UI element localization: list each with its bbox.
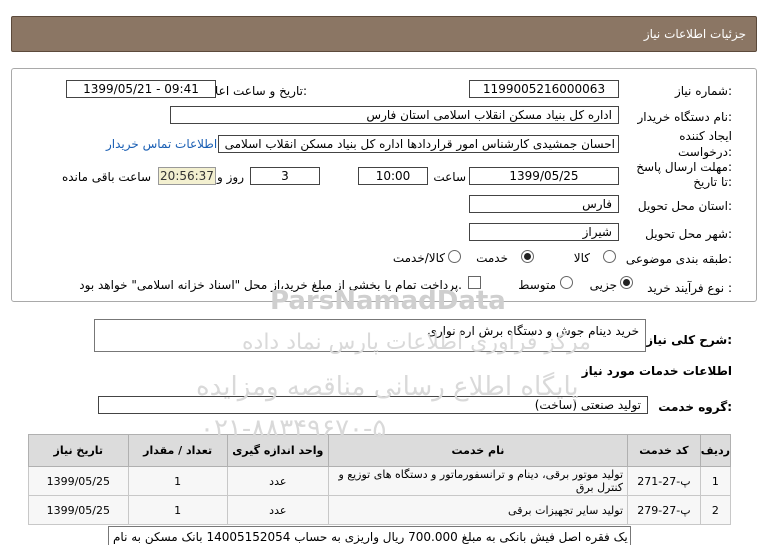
cell-date: 1399/05/25 [28, 466, 129, 496]
category-radio-goods-service[interactable] [448, 250, 461, 263]
cell-row: 2 [699, 495, 732, 525]
cell-unit: عدد [226, 466, 329, 496]
cell-row: 1 [699, 466, 732, 496]
page-header: جزئیات اطلاعات نیاز [11, 16, 757, 52]
buyer-org-field: اداره کل بنیاد مسکن انقلاب اسلامی استان … [170, 106, 619, 124]
col-name-header: نام خدمت [327, 434, 629, 467]
deadline-label: مهلت ارسال پاسخ: [636, 160, 732, 174]
table-row: 1 پ-27-271 تولید موتور برقی، دینام و ترا… [28, 466, 732, 496]
province-label: استان محل تحویل: [637, 199, 732, 213]
category-option-goods-service: کالا/خدمت [392, 251, 445, 265]
creator-field: احسان جمشیدی کارشناس امور قراردادها ادار… [218, 135, 619, 153]
process-option-minor: جزیی [589, 278, 617, 292]
deadline-label-2: تا تاریخ: [693, 175, 732, 189]
days-label: روز و [217, 170, 244, 184]
creator-label-2: درخواست: [678, 145, 732, 159]
process-radio-medium[interactable] [560, 276, 573, 289]
category-option-service: خدمت [476, 251, 508, 265]
service-group-field: تولید صنعتی (ساخت) [98, 396, 648, 414]
category-label: طبقه بندی موضوعی: [625, 252, 732, 266]
category-option-goods: کالا [573, 251, 590, 265]
city-label: شهر محل تحویل: [645, 227, 732, 241]
page-title: جزئیات اطلاعات نیاز [643, 27, 746, 41]
cell-unit: عدد [226, 495, 329, 525]
need-number-field: 1199005216000063 [469, 80, 619, 98]
category-radio-service[interactable] [521, 250, 534, 263]
cell-name: تولید سایر تجهیزات برقی [327, 495, 629, 525]
treasury-bonds-checkbox[interactable] [468, 276, 481, 289]
description-field: خرید دینام جوش و دستگاه برش اره نواری [94, 319, 646, 352]
description-label: شرح کلی نیاز: [646, 333, 732, 347]
buyer-contact-link[interactable]: اطلاعات تماس خریدار [106, 137, 217, 151]
buyer-org-label: نام دستگاه خریدار: [637, 110, 733, 124]
services-table: ردیف کد خدمت نام خدمت واحد اندازه گیری ت… [28, 434, 732, 525]
buyer-notes-field: یک فقره اصل فیش بانکی به مبلغ 700.000 ری… [108, 526, 631, 545]
process-type-label: نوع فرآیند خرید : [647, 281, 732, 295]
table-header-row: ردیف کد خدمت نام خدمت واحد اندازه گیری ت… [28, 434, 732, 467]
category-radio-goods[interactable] [603, 250, 616, 263]
deadline-time-label: ساعت [433, 170, 466, 184]
need-info-panel [11, 68, 757, 302]
col-row-header: ردیف [699, 434, 732, 467]
deadline-date-field: 1399/05/25 [469, 167, 619, 185]
cell-name: تولید موتور برقی، دینام و ترانسفورماتور … [327, 466, 629, 496]
deadline-time-field: 10:00 [358, 167, 428, 185]
services-section-title: اطلاعات خدمات مورد نیاز [581, 364, 732, 378]
cell-qty: 1 [127, 495, 228, 525]
province-field: فارس [469, 195, 619, 213]
col-qty-header: تعداد / مقدار [127, 434, 228, 467]
table-row: 2 پ-27-279 تولید سایر تجهیزات برقی عدد 1… [28, 495, 732, 525]
process-option-medium: متوسط [518, 278, 556, 292]
service-group-label: گروه خدمت: [658, 400, 732, 414]
creator-label: ایجاد کننده [679, 129, 732, 143]
cell-qty: 1 [127, 466, 228, 496]
announce-datetime-field: 1399/05/21 - 09:41 [66, 80, 216, 98]
city-field: شیراز [469, 223, 619, 241]
treasury-bonds-note: پرداخت تمام یا بخشی از مبلغ خرید،از محل … [79, 278, 462, 292]
col-unit-header: واحد اندازه گیری [226, 434, 329, 467]
cell-code: پ-27-279 [627, 495, 701, 525]
remaining-time-label: ساعت باقی مانده [61, 170, 151, 184]
cell-code: پ-27-271 [627, 466, 701, 496]
remaining-time-field: 20:56:37 [158, 167, 216, 185]
cell-date: 1399/05/25 [28, 495, 129, 525]
col-code-header: کد خدمت [627, 434, 701, 467]
col-date-header: تاریخ نیاز [28, 434, 129, 467]
days-remaining-field: 3 [250, 167, 320, 185]
need-number-label: شماره نیاز: [674, 84, 732, 98]
process-radio-minor[interactable] [620, 276, 633, 289]
